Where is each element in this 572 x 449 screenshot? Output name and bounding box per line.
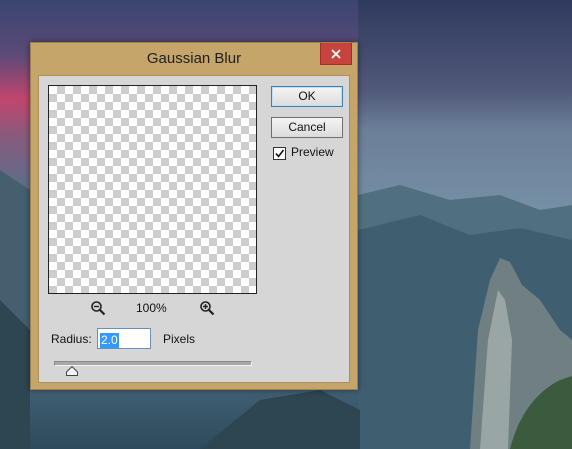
- slider-thumb-icon[interactable]: [65, 366, 78, 376]
- check-icon: [275, 149, 285, 158]
- preview-checkbox[interactable]: [273, 147, 286, 160]
- dialog-title: Gaussian Blur: [146, 50, 242, 67]
- zoom-out-icon[interactable]: [90, 300, 106, 316]
- zoom-in-icon[interactable]: [199, 300, 215, 316]
- zoom-level: 100%: [136, 301, 167, 315]
- close-icon: [331, 48, 341, 59]
- close-button[interactable]: [320, 43, 352, 65]
- preview-canvas[interactable]: [48, 85, 257, 294]
- radius-slider-track[interactable]: [54, 361, 252, 366]
- ok-button[interactable]: OK: [271, 86, 343, 107]
- radius-input[interactable]: 2.0: [97, 328, 151, 349]
- cancel-button[interactable]: Cancel: [271, 117, 343, 138]
- dialog-body: OK Cancel Preview 100% Radius: 2.0 Pixel…: [38, 75, 350, 383]
- radius-label: Radius:: [51, 332, 92, 346]
- preview-label: Preview: [291, 145, 334, 159]
- radius-value: 2.0: [100, 333, 119, 348]
- gaussian-blur-dialog: Gaussian Blur OK Cancel Preview 100% Rad…: [30, 42, 358, 390]
- radius-unit-label: Pixels: [163, 332, 196, 346]
